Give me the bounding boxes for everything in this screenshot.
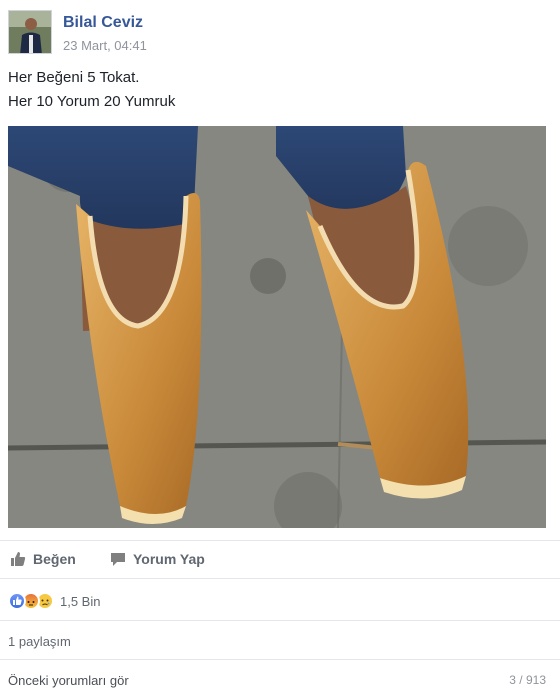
divider [0, 620, 560, 621]
like-button[interactable]: Beğen [10, 551, 76, 567]
comment-counter: 3 / 913 [509, 673, 546, 687]
author-name[interactable]: Bilal Ceviz [63, 14, 143, 32]
comment-button[interactable]: Yorum Yap [110, 551, 205, 567]
post-header: Bilal Ceviz 23 Mart, 04:41 [8, 10, 548, 60]
reaction-summary[interactable]: 1,5 Bin [8, 590, 100, 612]
thumbs-up-icon [10, 551, 26, 567]
post-text: Her Beğeni 5 Tokat. Her 10 Yorum 20 Yumr… [8, 66, 548, 114]
post-timestamp[interactable]: 23 Mart, 04:41 [63, 38, 147, 53]
comment-icon [110, 551, 126, 567]
divider [0, 540, 560, 541]
like-icon [8, 592, 26, 610]
reaction-count: 1,5 Bin [60, 593, 101, 609]
post-text-line: Her Beğeni 5 Tokat. [8, 69, 140, 86]
comment-label: Yorum Yap [133, 551, 205, 567]
post-photo[interactable] [8, 126, 546, 528]
post-text-line: Her 10 Yorum 20 Yumruk [8, 93, 176, 110]
share-count[interactable]: 1 paylaşım [8, 634, 71, 649]
divider [0, 578, 560, 579]
view-previous-comments-link[interactable]: Önceki yorumları gör [8, 673, 129, 688]
action-bar: Beğen Yorum Yap [8, 543, 548, 577]
like-label: Beğen [33, 551, 76, 567]
divider [0, 659, 560, 660]
avatar[interactable] [8, 10, 52, 54]
